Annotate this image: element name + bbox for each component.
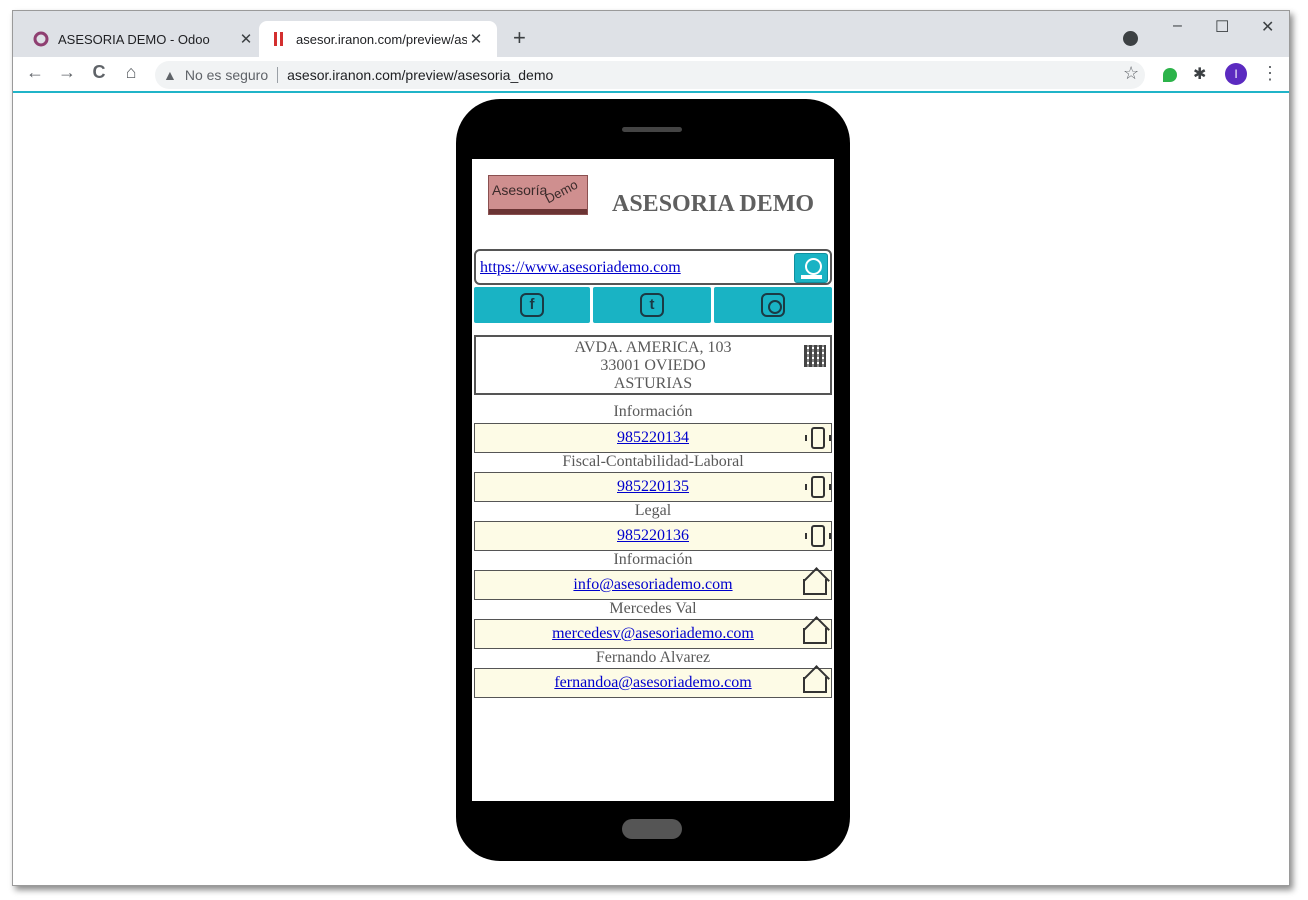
address-line: 33001 OVIEDO xyxy=(600,357,706,374)
profile-avatar[interactable]: I xyxy=(1225,63,1247,85)
twitter-button[interactable]: t xyxy=(593,287,711,323)
extensions-puzzle-icon[interactable]: ✱ xyxy=(1193,64,1206,84)
warning-icon[interactable]: ▲ xyxy=(163,67,177,83)
phone-link[interactable]: 985220135 xyxy=(617,478,689,495)
email-envelope-icon[interactable] xyxy=(803,579,827,595)
minimize-button[interactable]: – xyxy=(1173,17,1182,35)
email-envelope-icon[interactable] xyxy=(803,677,827,693)
media-control-icon[interactable] xyxy=(1123,31,1138,46)
contact-label: Legal xyxy=(634,502,672,519)
company-logo: Asesoría Demo xyxy=(488,175,588,215)
email-row: fernandoa@asesoriademo.com xyxy=(474,668,832,698)
separator xyxy=(277,67,279,83)
browser-toolbar: ← → C ⌂ ▲ No es seguro asesor.iranon.com… xyxy=(13,57,1289,93)
bookmark-star-icon[interactable]: ☆ xyxy=(1123,63,1139,84)
contact-label: Información xyxy=(613,403,693,420)
iranon-favicon-icon xyxy=(274,32,283,46)
browser-window: ASESORIA DEMO - Odoo ✕ asesor.iranon.com… xyxy=(12,10,1290,886)
facebook-icon: f xyxy=(520,293,544,317)
phone-home-button xyxy=(622,819,682,839)
address-line: AVDA. AMERICA, 103 xyxy=(574,339,732,356)
contact-label: Información xyxy=(613,551,693,568)
contact-label: Fiscal-Contabilidad-Laboral xyxy=(562,453,744,470)
forward-button[interactable]: → xyxy=(55,62,79,83)
email-row: info@asesoriademo.com xyxy=(474,570,832,600)
instagram-icon xyxy=(761,293,785,317)
tab-title: asesor.iranon.com/preview/asesoria_demo xyxy=(296,31,467,47)
new-tab-button[interactable]: + xyxy=(513,25,526,51)
website-link[interactable]: https://www.asesoriademo.com xyxy=(480,259,681,277)
email-link[interactable]: fernandoa@asesoriademo.com xyxy=(554,674,751,691)
phone-call-icon[interactable] xyxy=(805,525,831,547)
tab-odoo[interactable]: ASESORIA DEMO - Odoo ✕ xyxy=(21,21,267,57)
phone-call-icon[interactable] xyxy=(805,476,831,498)
facebook-button[interactable]: f xyxy=(474,287,590,323)
instagram-button[interactable] xyxy=(714,287,832,323)
close-tab-icon[interactable]: ✕ xyxy=(237,30,255,48)
browser-menu-icon[interactable]: ⋮ xyxy=(1261,63,1279,84)
email-link[interactable]: mercedesv@asesoriademo.com xyxy=(552,625,754,642)
phone-link[interactable]: 985220134 xyxy=(617,429,689,446)
address-line: ASTURIAS xyxy=(613,375,693,392)
qr-code-icon[interactable] xyxy=(804,345,826,367)
tab-bar: ASESORIA DEMO - Odoo ✕ asesor.iranon.com… xyxy=(13,11,1289,57)
phone-row: 985220136 xyxy=(474,521,832,551)
contact-label: Mercedes Val xyxy=(609,600,697,617)
close-tab-icon[interactable]: ✕ xyxy=(467,30,485,48)
tab-preview[interactable]: asesor.iranon.com/preview/asesoria_demo … xyxy=(259,21,497,57)
email-row: mercedesv@asesoriademo.com xyxy=(474,619,832,649)
email-link[interactable]: info@asesoriademo.com xyxy=(573,576,732,593)
company-name: ASESORIA DEMO xyxy=(612,191,815,217)
odoo-favicon-icon xyxy=(33,31,49,47)
phone-row: 985220134 xyxy=(474,423,832,453)
phone-call-icon[interactable] xyxy=(805,427,831,449)
logo-text-2: Demo xyxy=(542,176,581,207)
twitter-icon: t xyxy=(640,293,664,317)
website-globe-icon[interactable] xyxy=(794,253,828,283)
address-bar[interactable]: ▲ No es seguro asesor.iranon.com/preview… xyxy=(155,61,1145,89)
phone-row: 985220135 xyxy=(474,472,832,502)
phone-frame: Asesoría Demo ASESORIA DEMO https://www.… xyxy=(456,99,850,861)
home-button[interactable]: ⌂ xyxy=(119,62,143,83)
logo-bar xyxy=(489,209,587,214)
logo-text-1: Asesoría xyxy=(492,182,548,198)
phone-speaker xyxy=(622,127,682,132)
extension-leaf-icon[interactable] xyxy=(1163,68,1177,82)
maximize-button[interactable]: ☐ xyxy=(1215,17,1229,37)
reload-button[interactable]: C xyxy=(87,62,111,83)
close-window-button[interactable]: ✕ xyxy=(1261,17,1274,37)
contact-label: Fernando Alvarez xyxy=(595,649,711,666)
tab-title: ASESORIA DEMO - Odoo xyxy=(58,31,210,47)
email-envelope-icon[interactable] xyxy=(803,628,827,644)
url-text[interactable]: asesor.iranon.com/preview/asesoria_demo xyxy=(287,67,553,83)
back-button[interactable]: ← xyxy=(23,62,47,83)
website-row: https://www.asesoriademo.com xyxy=(474,249,832,285)
address-block: AVDA. AMERICA, 103 33001 OVIEDO ASTURIAS xyxy=(474,335,832,395)
security-status[interactable]: No es seguro xyxy=(185,67,268,83)
phone-screen: Asesoría Demo ASESORIA DEMO https://www.… xyxy=(472,159,834,801)
phone-link[interactable]: 985220136 xyxy=(617,527,689,544)
